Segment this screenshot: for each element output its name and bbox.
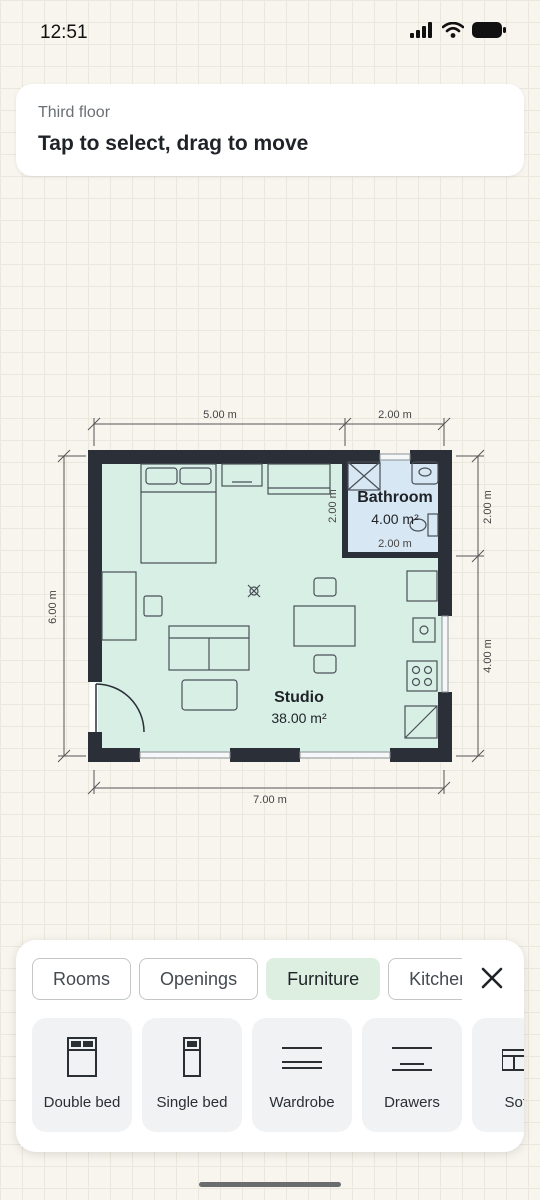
dim-right-bottom: 4.00 m — [482, 639, 494, 673]
single-bed-icon — [183, 1037, 201, 1077]
battery-icon — [472, 22, 506, 38]
dim-right-top: 2.00 m — [482, 490, 494, 524]
room-area-studio: 38.00 m² — [271, 710, 327, 726]
tab-rooms[interactable]: Rooms — [32, 958, 132, 1000]
wardrobe-icon — [282, 1047, 322, 1069]
item-single-bed[interactable]: Single bed — [142, 1018, 242, 1132]
floor-header-card: Third floor Tap to select, drag to move — [16, 84, 524, 176]
floor-name: Third floor — [38, 104, 111, 121]
item-wardrobe[interactable]: Wardrobe — [252, 1018, 352, 1132]
room-name-studio: Studio — [274, 689, 324, 706]
item-double-bed[interactable]: Double bed — [32, 1018, 132, 1132]
home-indicator[interactable] — [199, 1182, 341, 1187]
wifi-icon — [442, 22, 464, 38]
dim-top-left: 5.00 m — [203, 409, 237, 421]
item-drawers[interactable]: Drawers — [362, 1018, 462, 1132]
dim-top-right: 2.00 m — [378, 409, 412, 421]
signal-icon — [410, 22, 432, 38]
add-items-panel: RoomsOpeningsFurnitureKitchen Double bed… — [16, 940, 524, 1152]
category-tabs: RoomsOpeningsFurnitureKitchen — [32, 958, 462, 1000]
room-area-bathroom: 4.00 m² — [371, 511, 419, 527]
floor-plan[interactable]: 5.00 m 2.00 m 7.00 m 6.00 m 2.00 m 4.00 … — [0, 390, 540, 830]
status-time: 12:51 — [40, 22, 88, 43]
status-icons — [410, 22, 506, 38]
ceiling-light-icon — [247, 584, 261, 598]
item-label: Drawers — [384, 1094, 440, 1111]
double-bed-icon — [67, 1037, 97, 1077]
drawers-icon — [392, 1047, 432, 1071]
item-label: Single bed — [156, 1094, 228, 1111]
sofa-icon — [502, 1049, 524, 1071]
tab-kitchen[interactable]: Kitchen — [388, 958, 462, 1000]
status-bar: 12:51 — [0, 0, 540, 70]
item-sofa[interactable]: Sofa, — [472, 1018, 524, 1132]
room-name-bathroom: Bathroom — [357, 489, 433, 506]
dim-bath-inner-h: 2.00 m — [378, 538, 412, 550]
instruction-text: Tap to select, drag to move — [38, 132, 309, 155]
dim-left: 6.00 m — [47, 590, 59, 624]
item-label: Double bed — [43, 1094, 121, 1111]
dim-bottom: 7.00 m — [253, 794, 287, 806]
close-icon[interactable] — [478, 964, 506, 992]
item-label: Sofa, — [504, 1094, 524, 1111]
tab-furniture[interactable]: Furniture — [266, 958, 381, 1000]
item-label: Wardrobe — [269, 1094, 335, 1111]
tab-openings[interactable]: Openings — [139, 958, 259, 1000]
furniture-items: Double bed Single bed Wardrobe Drawers S… — [32, 1018, 524, 1132]
